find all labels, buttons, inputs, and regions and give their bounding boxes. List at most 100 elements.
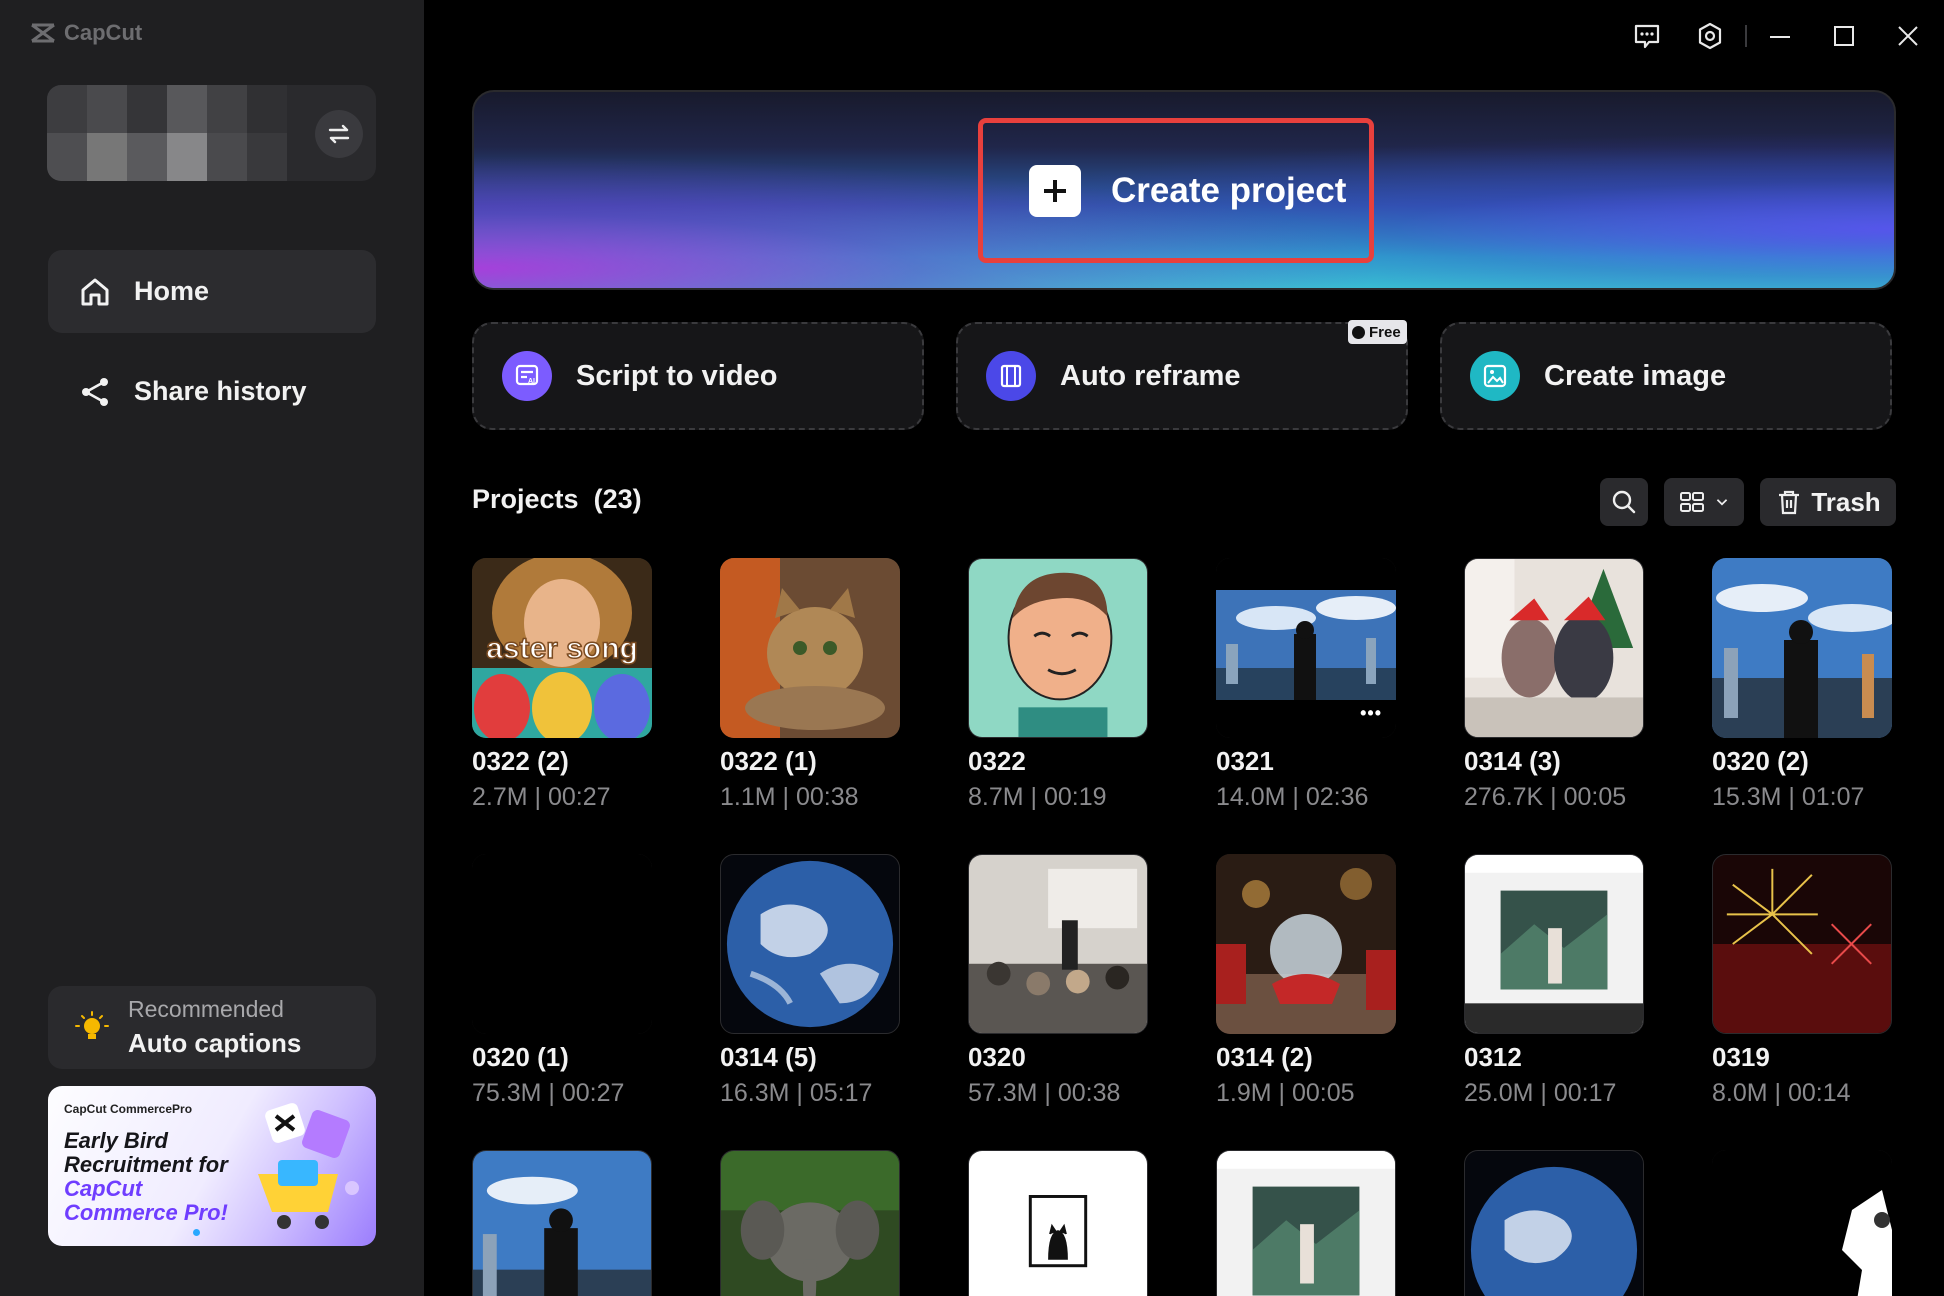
switch-account-button[interactable] <box>315 110 363 158</box>
project-thumbnail[interactable] <box>720 854 900 1034</box>
settings-button[interactable] <box>1690 16 1730 56</box>
grid-view-icon <box>1680 492 1704 512</box>
project-card[interactable]: 0320 57.3M | 00:38 <box>968 854 1148 1108</box>
script-to-video-label: Script to video <box>576 359 778 392</box>
minimize-button[interactable] <box>1760 16 1800 56</box>
project-card[interactable]: 0314 (5) 16.3M | 05:17 <box>720 854 900 1108</box>
project-card[interactable] <box>1712 1150 1892 1296</box>
project-thumbnail[interactable] <box>1464 854 1644 1034</box>
project-thumbnail[interactable] <box>1712 558 1892 738</box>
project-thumbnail[interactable] <box>472 1150 652 1296</box>
project-thumbnail[interactable] <box>1712 1150 1892 1296</box>
project-card[interactable] <box>720 1150 900 1296</box>
project-card[interactable]: 0322 8.7M | 00:19 <box>968 558 1148 812</box>
project-name: 0314 (2) <box>1216 1042 1313 1072</box>
project-thumbnail[interactable] <box>472 854 652 1034</box>
project-thumbnail[interactable]: aster song <box>472 558 652 738</box>
promo-banner[interactable]: CapCut CommercePro Early Bird Recruitmen… <box>48 1086 376 1246</box>
message-icon <box>1634 24 1660 49</box>
project-name: 0322 (1) <box>720 746 817 776</box>
project-name: 0322 <box>968 746 1026 776</box>
app-name: CapCut <box>64 20 143 45</box>
auto-reframe-label: Auto reframe <box>1060 359 1241 392</box>
project-meta: 8.7M | 00:19 <box>968 783 1107 811</box>
swap-arrows-icon <box>328 124 350 144</box>
project-meta: 276.7K | 00:05 <box>1464 783 1627 811</box>
project-card[interactable] <box>1216 1150 1396 1296</box>
project-card[interactable]: 0320 (1) 75.3M | 00:27 <box>472 854 652 1108</box>
project-thumbnail[interactable] <box>1216 1150 1396 1296</box>
plus-icon <box>1029 164 1081 217</box>
trash-icon <box>1779 490 1800 515</box>
app-logo: CapCut <box>30 20 142 46</box>
nav-home-label: Home <box>134 276 210 306</box>
project-name: 0321 <box>1216 746 1274 776</box>
feedback-button[interactable] <box>1627 16 1667 56</box>
project-meta: 1.1M | 00:38 <box>720 783 859 811</box>
minimize-icon <box>1770 36 1790 38</box>
titlebar-separator <box>1745 25 1747 47</box>
recommended-label: Recommended <box>128 996 284 1022</box>
project-card[interactable] <box>472 1150 652 1296</box>
lightbulb-icon <box>75 1011 109 1039</box>
project-name: 0312 <box>1464 1042 1522 1072</box>
promo-carousel-dot[interactable] <box>193 1229 200 1236</box>
project-card[interactable]: aster song 0322 (2) 2.7M | 00:27 <box>472 558 652 812</box>
trash-button[interactable]: Trash <box>1760 478 1896 526</box>
project-card[interactable] <box>1464 1150 1644 1296</box>
project-meta: 2.7M | 00:27 <box>472 783 611 811</box>
project-thumbnail[interactable] <box>720 558 900 738</box>
auto-reframe-button[interactable]: Auto reframe <box>956 322 1408 430</box>
project-name: 0320 (2) <box>1712 746 1809 776</box>
script-to-video-button[interactable]: AI Script to video <box>472 322 924 430</box>
recommended-auto-captions[interactable]: Recommended Auto captions <box>48 986 376 1069</box>
project-thumbnail[interactable] <box>720 1150 900 1296</box>
more-options-icon[interactable]: ••• <box>1360 703 1382 724</box>
maximize-button[interactable] <box>1824 16 1864 56</box>
create-image-button[interactable]: Create image <box>1440 322 1892 430</box>
project-name: 0319 <box>1712 1042 1770 1072</box>
project-thumbnail[interactable] <box>1464 558 1644 738</box>
project-name: 0320 (1) <box>472 1042 569 1072</box>
maximize-icon <box>1834 26 1854 46</box>
project-thumbnail[interactable]: ••• <box>1216 558 1396 738</box>
shopping-cart-illustration <box>258 1103 359 1229</box>
project-card[interactable] <box>968 1150 1148 1296</box>
thumb-overlay-text: aster song <box>486 632 638 665</box>
project-thumbnail[interactable] <box>1712 854 1892 1034</box>
project-meta: 15.3M | 01:07 <box>1712 783 1865 811</box>
image-icon <box>1470 351 1520 401</box>
gear-icon <box>1698 22 1722 50</box>
project-thumbnail[interactable] <box>968 1150 1148 1296</box>
promo-brand: CapCut CommercePro <box>64 1102 193 1116</box>
project-card[interactable]: 0320 (2) 15.3M | 01:07 <box>1712 558 1892 812</box>
view-mode-button[interactable] <box>1664 478 1744 526</box>
free-badge: Free <box>1348 320 1407 344</box>
chevron-down-icon <box>1716 499 1728 506</box>
project-card[interactable]: 0312 25.0M | 00:17 <box>1464 854 1644 1108</box>
project-card[interactable]: 0314 (2) 1.9M | 00:05 <box>1216 854 1396 1108</box>
project-card[interactable]: 0319 8.0M | 00:14 <box>1712 854 1892 1108</box>
project-meta: 57.3M | 00:38 <box>968 1079 1121 1107</box>
search-projects-button[interactable] <box>1600 478 1648 526</box>
project-thumbnail[interactable] <box>968 854 1148 1034</box>
project-meta: 1.9M | 00:05 <box>1216 1079 1355 1107</box>
project-card[interactable]: 0322 (1) 1.1M | 00:38 <box>720 558 900 812</box>
trash-label: Trash <box>1811 486 1881 517</box>
project-card[interactable]: 0314 (3) 276.7K | 00:05 <box>1464 558 1644 812</box>
free-badge-label: Free <box>1369 323 1401 341</box>
script-ai-icon: AI <box>502 351 552 401</box>
project-card[interactable]: ••• 0321 14.0M | 02:36 <box>1216 558 1396 812</box>
nav-share-history[interactable]: Share history <box>48 350 376 433</box>
create-project-button[interactable]: Create project <box>978 118 1374 263</box>
project-thumbnail[interactable] <box>968 558 1148 738</box>
svg-text:AI: AI <box>528 378 535 385</box>
nav-home[interactable]: Home <box>48 250 376 333</box>
promo-line-1: Early Bird <box>64 1128 168 1153</box>
promo-line-2: Recruitment for <box>64 1152 228 1177</box>
project-thumbnail[interactable] <box>1464 1150 1644 1296</box>
project-thumbnail[interactable] <box>1216 854 1396 1034</box>
clock-icon <box>1352 325 1365 339</box>
home-icon <box>81 278 109 305</box>
close-button[interactable] <box>1888 16 1928 56</box>
